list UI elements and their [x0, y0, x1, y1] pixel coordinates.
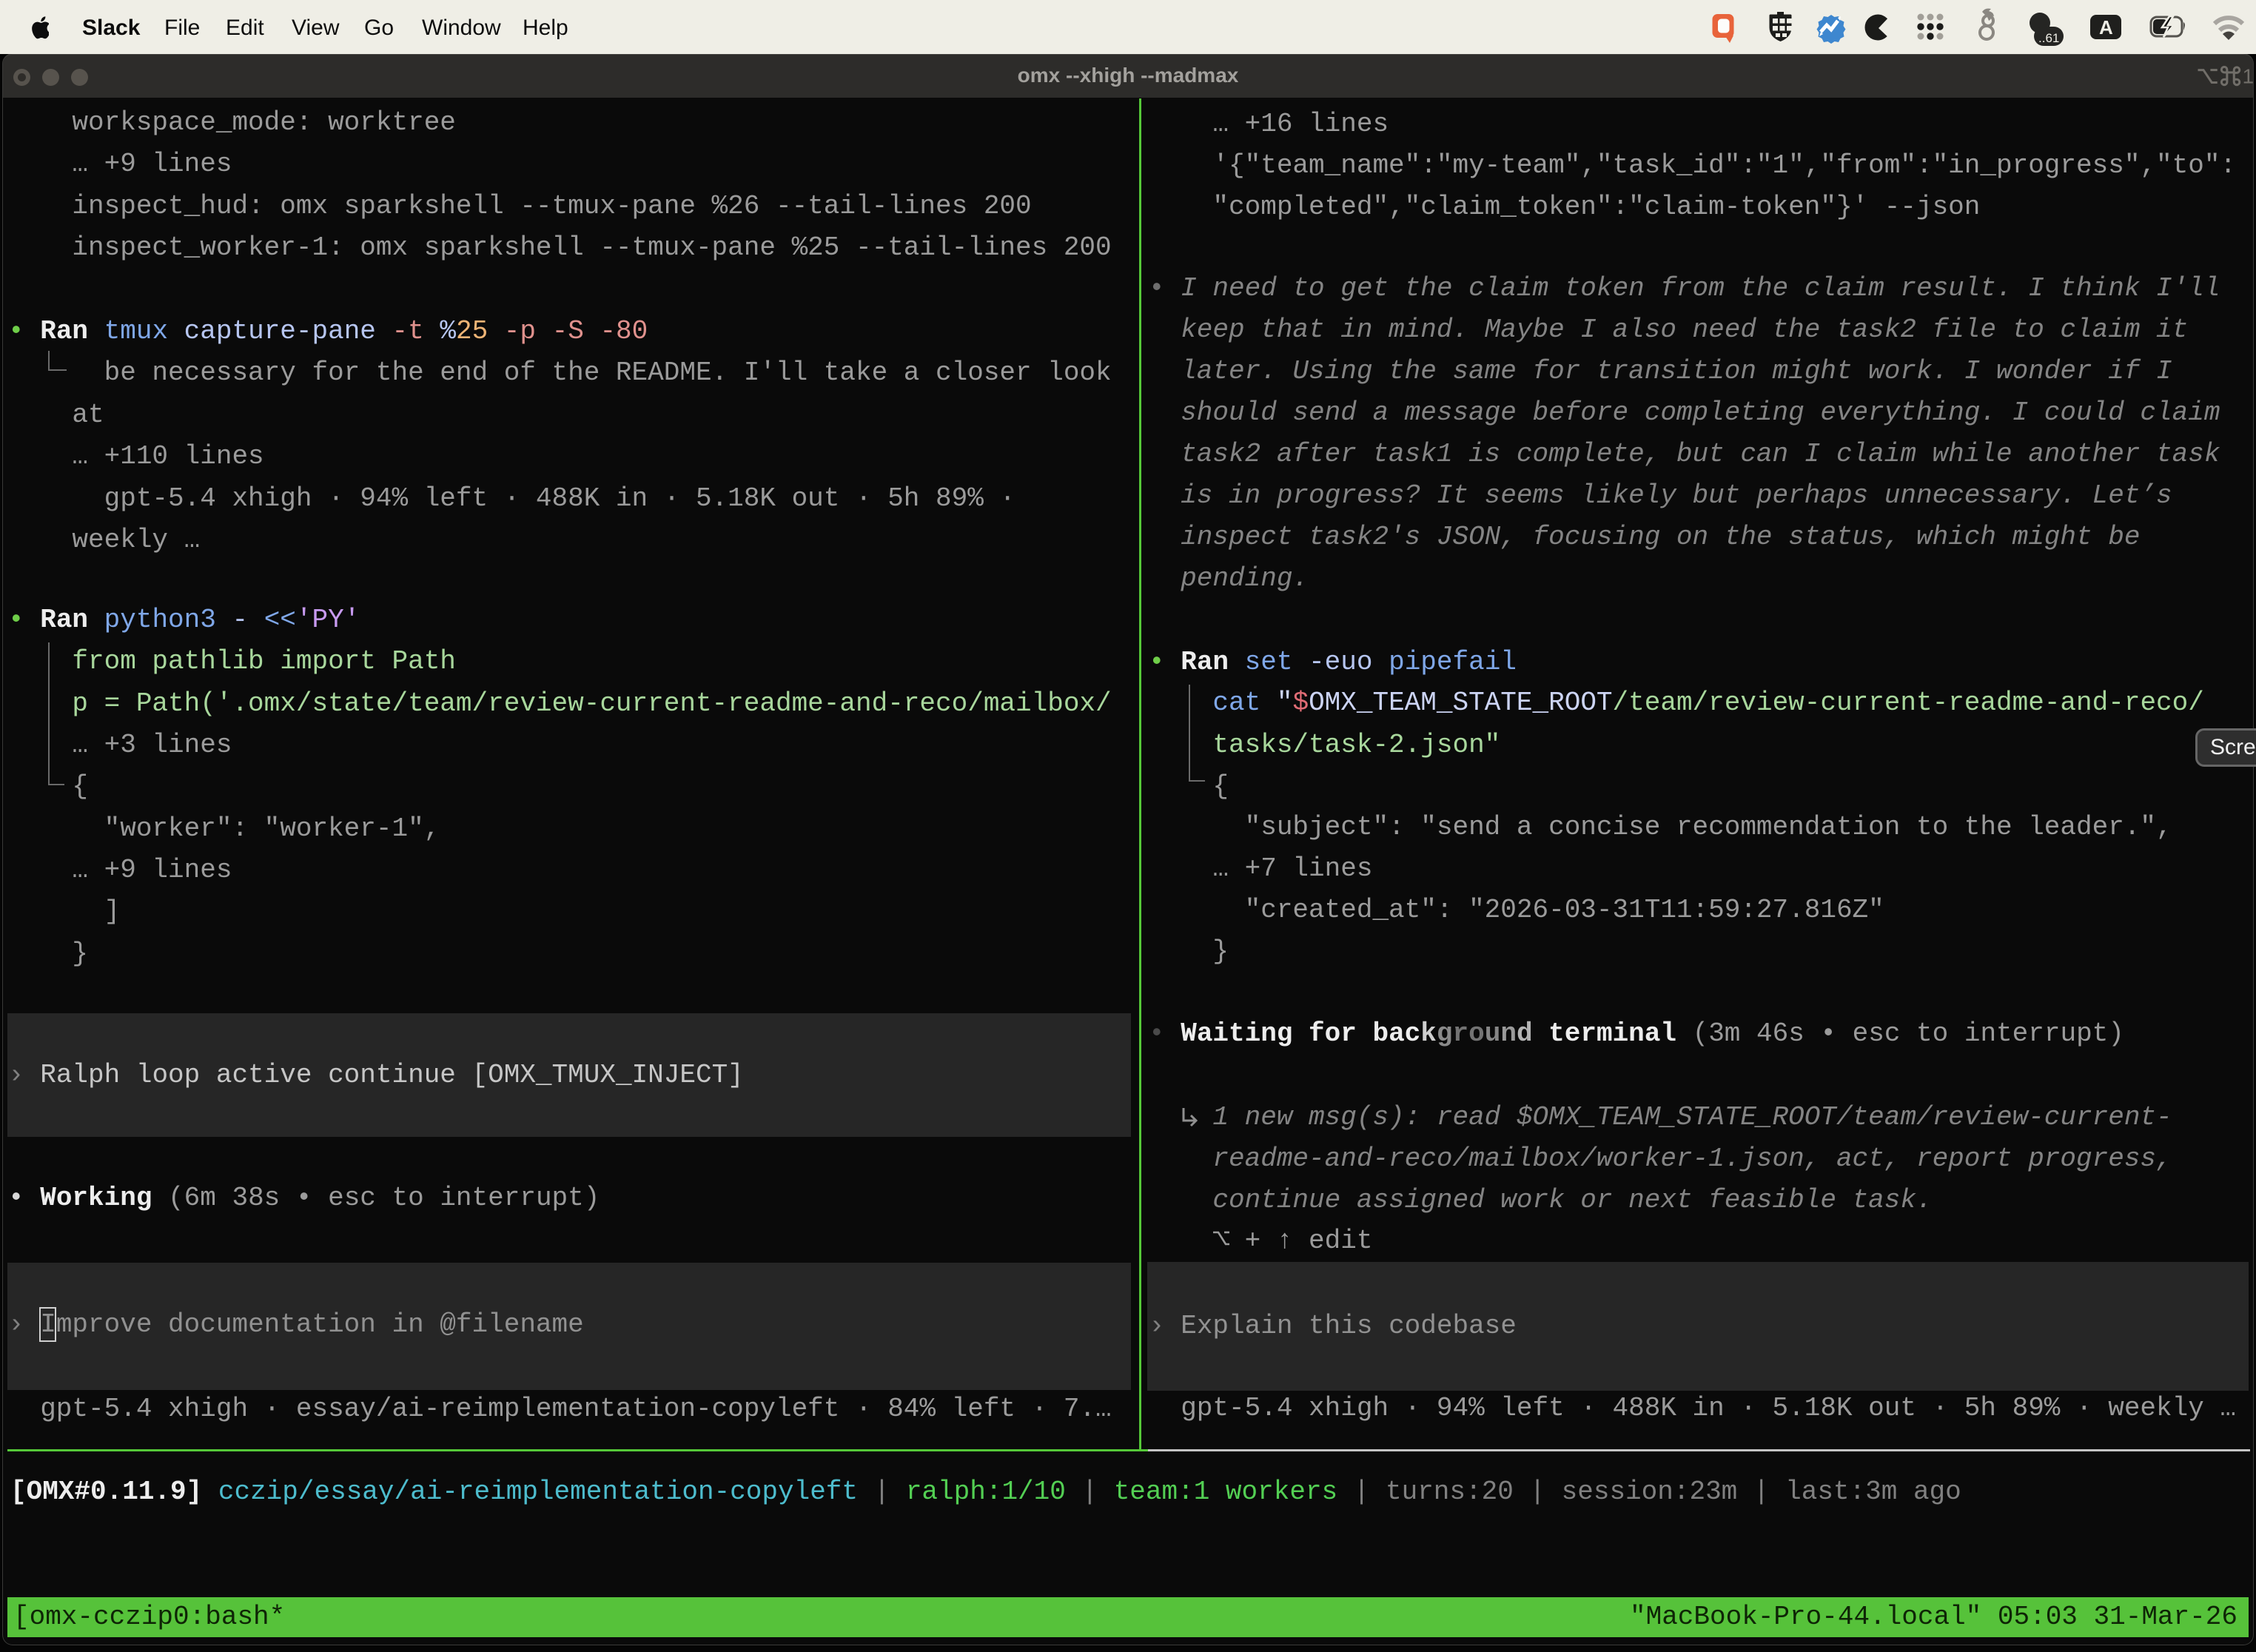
- svg-text:..61: ..61: [2038, 31, 2059, 45]
- svg-text:A: A: [2099, 16, 2113, 38]
- svg-text:1: 1: [2243, 65, 2255, 87]
